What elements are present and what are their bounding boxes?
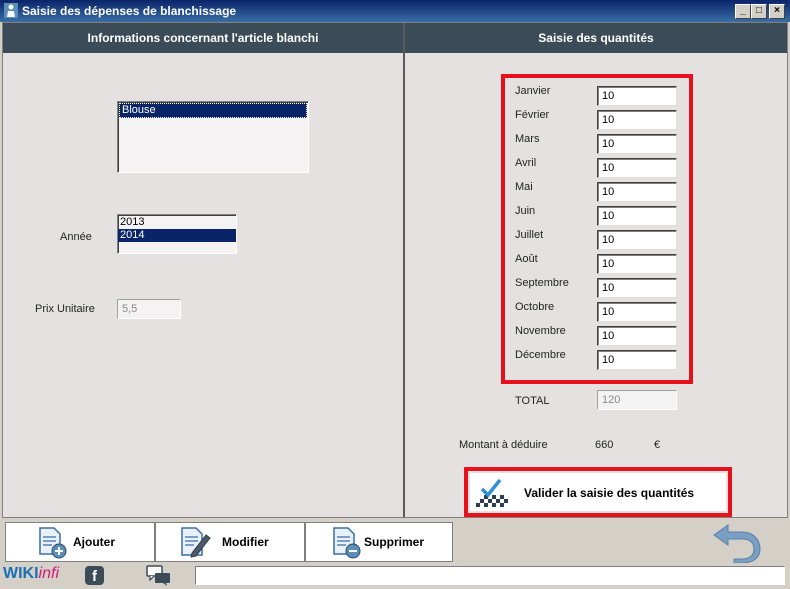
checklist-icon (476, 478, 508, 507)
month-quantity-field[interactable]: 10 (597, 182, 677, 202)
month-row: Novembre 10 (515, 325, 685, 347)
validate-button[interactable]: Valider la saisie des quantités (470, 473, 726, 511)
month-quantity-field[interactable]: 10 (597, 158, 677, 178)
month-label: Mars (515, 133, 540, 145)
month-label: Février (515, 109, 550, 121)
month-quantity-field[interactable]: 10 (597, 110, 677, 130)
month-row: Juillet 10 (515, 229, 685, 251)
main-client-area: Informations concernant l'article blanch… (2, 22, 788, 518)
month-row: Septembre 10 (515, 277, 685, 299)
month-label: Juillet (515, 229, 544, 241)
wikinfi-logo[interactable]: WIKIinfi (3, 565, 59, 583)
minimize-button[interactable]: _ (735, 4, 751, 19)
month-label: Juin (515, 205, 536, 217)
deduct-label: Montant à déduire (459, 439, 548, 451)
month-row: Octobre 10 (515, 301, 685, 323)
month-row: Mai 10 (515, 181, 685, 203)
total-field: 120 (597, 390, 677, 410)
status-bar: WIKIinfi f (0, 563, 790, 589)
remove-document-icon (333, 527, 361, 559)
brand-infi: infi (38, 565, 59, 582)
deduct-value: 660 (595, 439, 614, 451)
price-label: Prix Unitaire (35, 303, 95, 315)
right-panel-header: Saisie des quantités (405, 23, 787, 53)
panel-divider (403, 23, 405, 517)
month-quantity-field[interactable]: 10 (597, 302, 677, 322)
total-label: TOTAL (515, 395, 550, 407)
month-quantity-field[interactable]: 10 (597, 326, 677, 346)
month-label: Décembre (515, 349, 566, 361)
month-quantity-field[interactable]: 10 (597, 254, 677, 274)
brand-wiki: WIKI (3, 565, 39, 582)
edit-document-icon (181, 527, 211, 558)
month-row: Août 10 (515, 253, 685, 275)
validate-button-label: Valider la saisie des quantités (524, 486, 695, 500)
window-title: Saisie des dépenses de blanchissage (22, 4, 237, 18)
back-arrow-icon[interactable] (712, 521, 762, 563)
left-panel-header: Informations concernant l'article blanch… (3, 23, 403, 53)
facebook-icon[interactable]: f (85, 566, 104, 585)
month-row: Avril 10 (515, 157, 685, 179)
modify-button[interactable]: Modifier (155, 522, 305, 562)
modify-button-label: Modifier (222, 535, 269, 549)
month-label: Août (515, 253, 538, 265)
month-label: Mai (515, 181, 533, 193)
add-document-icon (39, 527, 67, 559)
delete-button[interactable]: Supprimer (305, 522, 453, 562)
month-quantity-field[interactable]: 10 (597, 206, 677, 226)
nurse-app-icon (4, 3, 18, 18)
year-listbox[interactable]: 2013 2014 (117, 214, 237, 254)
close-button[interactable]: × (769, 4, 785, 19)
month-row: Janvier 10 (515, 85, 685, 107)
month-row: Juin 10 (515, 205, 685, 227)
month-row: Mars 10 (515, 133, 685, 155)
year-item-2013[interactable]: 2013 (118, 216, 236, 229)
delete-button-label: Supprimer (364, 535, 425, 549)
month-quantity-field[interactable]: 10 (597, 230, 677, 250)
add-button[interactable]: Ajouter (5, 522, 155, 562)
month-quantity-field[interactable]: 10 (597, 86, 677, 106)
month-label: Avril (515, 157, 537, 169)
article-item-blouse[interactable]: Blouse (119, 103, 307, 118)
months-list: Janvier 10 Février 10 Mars 10 Avril 10 Mai 10 Juin… (515, 85, 685, 375)
month-label: Novembre (515, 325, 566, 337)
title-bar: Saisie des dépenses de blanchissage _ □ … (0, 0, 790, 22)
status-message-field (195, 566, 785, 585)
month-label: Septembre (515, 277, 569, 289)
month-row: Décembre 10 (515, 349, 685, 371)
year-label: Année (60, 231, 92, 243)
month-quantity-field[interactable]: 10 (597, 134, 677, 154)
article-listbox[interactable]: Blouse (117, 101, 309, 173)
month-label: Octobre (515, 301, 555, 313)
month-label: Janvier (515, 85, 551, 97)
price-field[interactable]: 5,5 (117, 299, 181, 319)
currency-symbol: € (654, 439, 661, 451)
maximize-button[interactable]: □ (751, 4, 767, 19)
year-item-2014[interactable]: 2014 (118, 229, 236, 242)
chat-bubbles-icon[interactable] (146, 565, 172, 587)
month-quantity-field[interactable]: 10 (597, 350, 677, 370)
month-row: Février 10 (515, 109, 685, 131)
add-button-label: Ajouter (73, 535, 115, 549)
month-quantity-field[interactable]: 10 (597, 278, 677, 298)
